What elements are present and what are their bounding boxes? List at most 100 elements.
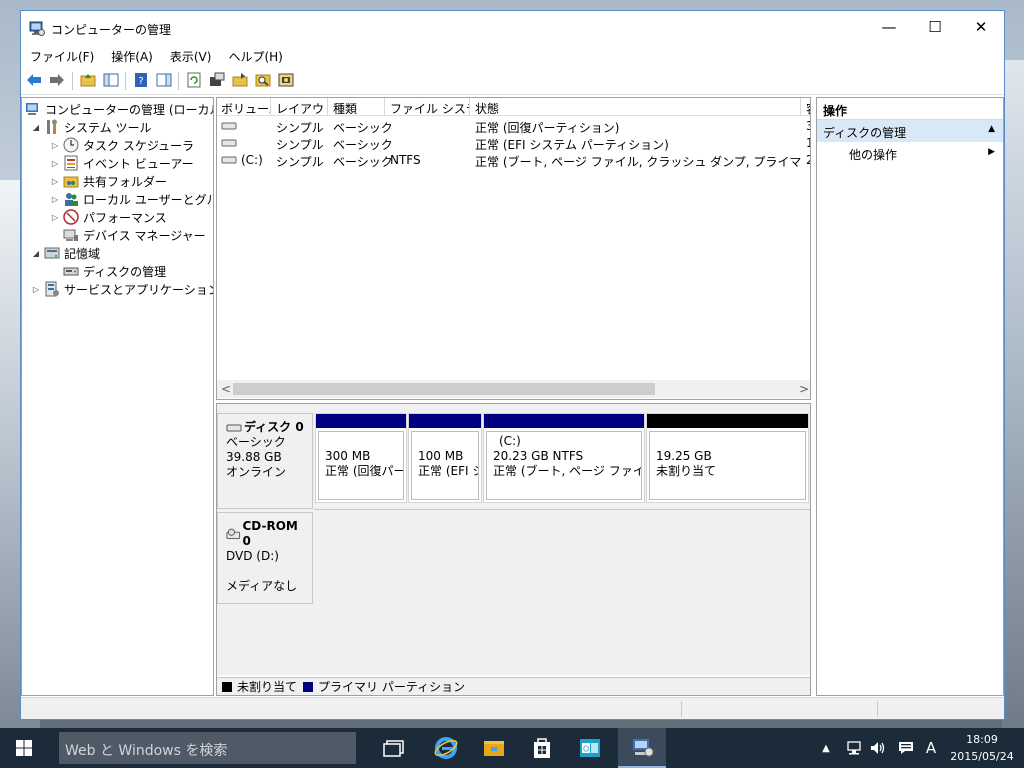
- tree-item-device-manager[interactable]: デバイス マネージャー: [63, 226, 206, 244]
- column-header-type[interactable]: 種類: [329, 98, 385, 116]
- partition-unallocated[interactable]: 19.25 GB 未割り当て: [646, 413, 809, 503]
- cell-layout: シンプル: [276, 121, 324, 135]
- show-action-pane-icon[interactable]: [155, 71, 173, 89]
- network-icon[interactable]: [842, 728, 866, 768]
- cdrom0-media: メディアなし: [226, 579, 298, 593]
- show-hidden-icons-button[interactable]: ▲: [818, 728, 834, 768]
- task-view-button[interactable]: [370, 728, 418, 768]
- tree-item-label: 記憶域: [64, 246, 101, 261]
- disk-graphical-view: ディスク 0 ベーシック 39.88 GB オンライン 300 MB 正常 (回…: [216, 403, 811, 696]
- up-folder-icon[interactable]: [79, 71, 97, 89]
- find-icon[interactable]: [254, 71, 272, 89]
- table-row[interactable]: シンプル ベーシック 正常 (EFI システム パーティション) 1: [217, 135, 810, 152]
- tree-item-system-tools[interactable]: ◢ システム ツール: [31, 118, 151, 136]
- cell-type: ベーシック: [333, 155, 393, 169]
- tree-item-local-users[interactable]: ▷ ローカル ユーザーとグループ: [50, 190, 213, 208]
- forward-arrow-icon[interactable]: [48, 71, 66, 89]
- tree-item-event-viewer[interactable]: ▷ イベント ビューアー: [50, 154, 194, 172]
- maximize-button[interactable]: ☐: [912, 11, 958, 43]
- computer-management-icon: [26, 103, 38, 115]
- notifications-icon[interactable]: [894, 728, 918, 768]
- shared-folder-icon: [63, 176, 79, 188]
- scrollbar-thumb[interactable]: [233, 383, 655, 395]
- tree-item-services-apps[interactable]: ▷ サービスとアプリケーション: [31, 280, 213, 298]
- taskbar-clock[interactable]: 18:09 2015/05/24: [944, 731, 1020, 765]
- minimize-button[interactable]: —: [866, 11, 912, 43]
- close-button[interactable]: ✕: [958, 11, 1004, 43]
- column-header-capacity[interactable]: 容: [802, 98, 810, 116]
- menu-bar: ファイル(F) 操作(A) 表示(V) ヘルプ(H): [21, 45, 1004, 65]
- tree-item-performance[interactable]: ▷ パフォーマンス: [50, 208, 167, 226]
- help-icon[interactable]: ?: [132, 71, 150, 89]
- partition-recovery[interactable]: 300 MB 正常 (回復パーテ: [315, 413, 407, 503]
- menu-file[interactable]: ファイル(F): [21, 45, 102, 65]
- expand-triangle-icon[interactable]: ▷: [50, 213, 60, 222]
- taskbar-search-box[interactable]: Web と Windows を検索: [59, 732, 356, 764]
- scroll-left-icon[interactable]: <: [221, 382, 231, 396]
- volume-speaker-icon[interactable]: [866, 728, 890, 768]
- partition-c[interactable]: (C:) 20.23 GB NTFS 正常 (ブート, ページ ファイル, クラ: [483, 413, 645, 503]
- properties-icon[interactable]: [208, 71, 226, 89]
- table-row[interactable]: シンプル ベーシック 正常 (回復パーティション) 3: [217, 118, 810, 135]
- partition-label: [656, 434, 799, 449]
- window-title: コンピューターの管理: [51, 23, 172, 37]
- column-header-volume[interactable]: ボリューム: [217, 98, 271, 116]
- partition-bar: [409, 414, 481, 428]
- ime-indicator[interactable]: A: [920, 728, 942, 768]
- collapse-triangle-icon[interactable]: ◢: [31, 249, 41, 258]
- windows-logo-icon: [16, 740, 32, 756]
- expand-triangle-icon[interactable]: ▷: [50, 177, 60, 186]
- taskbar-outlook[interactable]: O: [566, 728, 614, 768]
- expand-triangle-icon[interactable]: ▷: [50, 159, 60, 168]
- menu-view[interactable]: 表示(V): [161, 45, 220, 65]
- disk0-label[interactable]: ディスク 0 ベーシック 39.88 GB オンライン: [217, 413, 313, 509]
- title-bar[interactable]: コンピューターの管理 — ☐ ✕: [21, 11, 1004, 45]
- column-header-status[interactable]: 状態: [471, 98, 801, 116]
- settings-icon[interactable]: [277, 71, 295, 89]
- taskbar-file-explorer[interactable]: [470, 728, 518, 768]
- menu-help[interactable]: ヘルプ(H): [219, 45, 290, 65]
- horizontal-scrollbar[interactable]: < >: [217, 380, 810, 398]
- cdrom0-label[interactable]: CD-ROM 0 DVD (D:) メディアなし: [217, 512, 313, 604]
- tree-item-root[interactable]: コンピューターの管理 (ローカル): [25, 100, 213, 118]
- refresh-icon[interactable]: [185, 71, 203, 89]
- table-row[interactable]: (C:) シンプル ベーシック NTFS 正常 (ブート, ページ ファイル, …: [217, 152, 810, 169]
- show-hide-tree-icon[interactable]: [102, 71, 120, 89]
- task-view-icon: [383, 740, 404, 757]
- expand-triangle-icon[interactable]: ▷: [31, 285, 41, 294]
- actions-more-item[interactable]: 他の操作 ▶: [817, 142, 1003, 164]
- cell-type: ベーシック: [333, 138, 393, 152]
- cell-type: ベーシック: [333, 121, 393, 135]
- column-header-layout[interactable]: レイアウト: [272, 98, 328, 116]
- start-button[interactable]: [0, 728, 48, 768]
- back-arrow-icon[interactable]: [25, 71, 43, 89]
- column-header-filesystem[interactable]: ファイル システム: [386, 98, 470, 116]
- cdrom0-drive: DVD (D:): [226, 549, 279, 563]
- taskbar-computer-management[interactable]: [618, 728, 666, 768]
- taskbar: Web と Windows を検索 O ▲ A 18:09 2015/05/24: [0, 728, 1024, 768]
- actions-group-disk-management[interactable]: ディスクの管理 ▲: [817, 120, 1003, 142]
- wallpaper-right: [1002, 60, 1024, 728]
- menu-action[interactable]: 操作(A): [102, 45, 161, 65]
- tree-item-label: 共有フォルダー: [83, 174, 168, 189]
- partition-efi[interactable]: 100 MB 正常 (EFI シ: [408, 413, 482, 503]
- taskbar-internet-explorer[interactable]: [422, 728, 470, 768]
- open-folder-icon[interactable]: [231, 71, 249, 89]
- toolbar-separator: [72, 72, 73, 90]
- collapse-triangle-icon[interactable]: ◢: [31, 123, 41, 132]
- taskbar-store[interactable]: [518, 728, 566, 768]
- expand-triangle-icon[interactable]: ▷: [50, 141, 60, 150]
- partition-bar: [647, 414, 808, 428]
- expand-triangle-icon[interactable]: ▷: [50, 195, 60, 204]
- clock-icon: [63, 137, 79, 153]
- cdrom0-area[interactable]: [314, 509, 810, 604]
- tree-item-disk-management[interactable]: ディスクの管理: [63, 262, 166, 280]
- tree-item-task-scheduler[interactable]: ▷ タスク スケジューラ: [50, 136, 194, 154]
- tree-item-storage[interactable]: ◢ 記憶域: [31, 244, 100, 262]
- volume-list: ボリューム レイアウト 種類 ファイル システム 状態 容 シンプル ベーシック…: [216, 97, 811, 400]
- collapse-up-icon[interactable]: ▲: [988, 124, 995, 134]
- tree-item-shared-folders[interactable]: ▷ 共有フォルダー: [50, 172, 167, 190]
- cdrom0-name: CD-ROM 0: [242, 519, 298, 548]
- scroll-right-icon[interactable]: >: [799, 382, 809, 396]
- partition-size: 300 MB: [325, 449, 371, 463]
